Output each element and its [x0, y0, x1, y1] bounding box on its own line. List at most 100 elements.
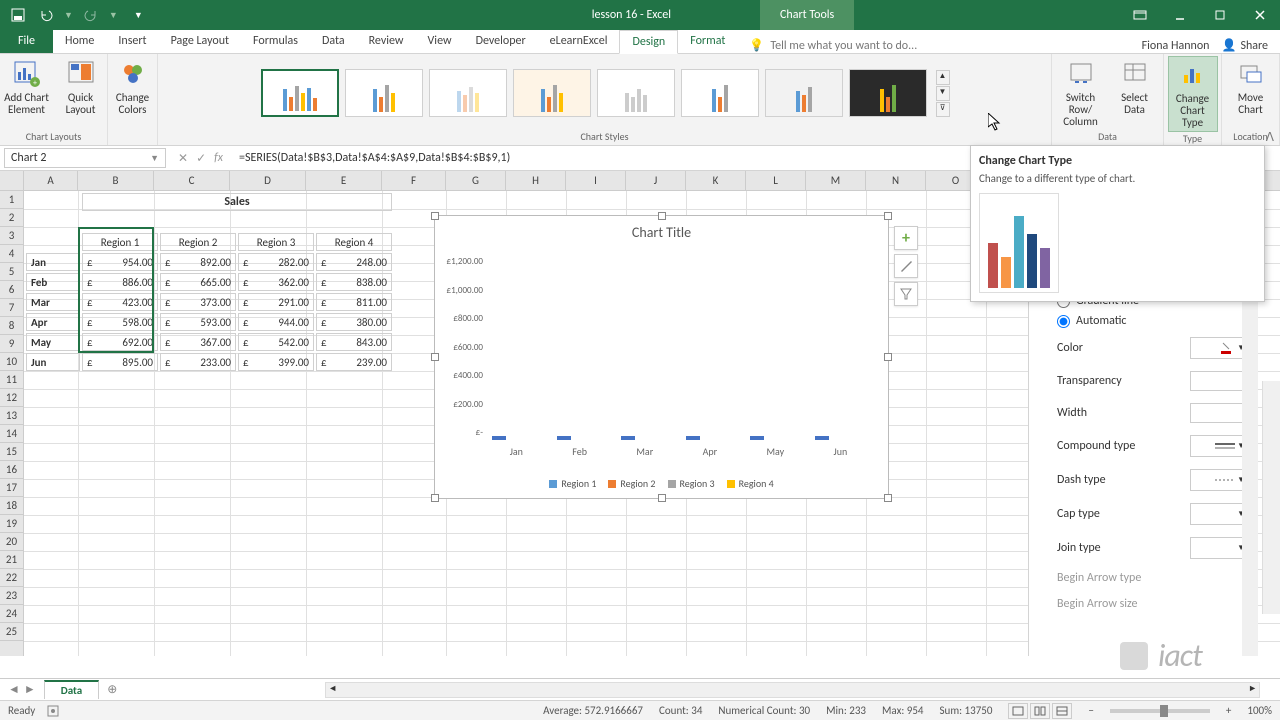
chart-x-axis[interactable]: JanFebMarAprMayJun	[485, 445, 872, 458]
tell-me-input[interactable]: 💡 Tell me what you want to do...	[737, 38, 1141, 53]
resize-handle[interactable]	[884, 353, 892, 361]
row-header[interactable]: 10	[0, 353, 23, 371]
tab-data[interactable]: Data	[310, 29, 357, 53]
row-header[interactable]: 22	[0, 569, 23, 587]
select-data-button[interactable]: Select Data	[1110, 56, 1160, 118]
save-icon[interactable]	[8, 5, 28, 25]
chart-title[interactable]: Chart Title	[435, 216, 888, 249]
row-header[interactable]: 13	[0, 407, 23, 425]
row-header[interactable]: 1	[0, 191, 23, 209]
close-button[interactable]	[1240, 0, 1280, 30]
col-header[interactable]: B	[78, 171, 154, 190]
resize-handle[interactable]	[658, 494, 666, 502]
row-header[interactable]: 25	[0, 623, 23, 641]
chart-style-2[interactable]	[345, 69, 423, 117]
cap-dropdown[interactable]: ▼	[1190, 503, 1250, 525]
col-header[interactable]: E	[306, 171, 382, 190]
sheet-tab-data[interactable]: Data	[44, 680, 99, 699]
col-header[interactable]: C	[154, 171, 230, 190]
undo-dropdown[interactable]: ▼	[64, 10, 73, 21]
switch-row-column-button[interactable]: Switch Row/ Column	[1056, 56, 1106, 130]
macro-record-icon[interactable]	[47, 705, 59, 717]
collapse-ribbon[interactable]: ᐱ	[1266, 130, 1274, 145]
namebox-dropdown-icon[interactable]: ▼	[150, 153, 159, 164]
legend-item[interactable]: Region 3	[668, 477, 715, 490]
resize-handle[interactable]	[431, 212, 439, 220]
join-dropdown[interactable]: ▼	[1190, 537, 1250, 559]
automatic-radio[interactable]: Automatic	[1037, 311, 1250, 331]
row-header[interactable]: 21	[0, 551, 23, 569]
row-header[interactable]: 24	[0, 605, 23, 623]
col-header[interactable]: N	[866, 171, 926, 190]
row-header[interactable]: 15	[0, 443, 23, 461]
undo-icon[interactable]	[36, 5, 56, 25]
change-chart-type-button[interactable]: Change Chart Type	[1168, 56, 1218, 132]
chart-legend[interactable]: Region 1Region 2Region 3Region 4	[435, 477, 888, 490]
zoom-out-button[interactable]: −	[1088, 704, 1093, 717]
share-button[interactable]: 👤 Share	[1221, 38, 1268, 53]
chart-style-7[interactable]	[765, 69, 843, 117]
chart-style-5[interactable]	[597, 69, 675, 117]
tab-home[interactable]: Home	[53, 29, 106, 53]
move-chart-button[interactable]: Move Chart	[1226, 56, 1276, 118]
zoom-in-button[interactable]: +	[1226, 704, 1231, 717]
legend-item[interactable]: Region 2	[608, 477, 655, 490]
row-header[interactable]: 3	[0, 227, 23, 245]
legend-item[interactable]: Region 1	[549, 477, 596, 490]
enter-formula-icon[interactable]: ✓	[196, 151, 206, 166]
row-header[interactable]: 11	[0, 371, 23, 389]
row-header[interactable]: 12	[0, 389, 23, 407]
dash-dropdown[interactable]: ▼	[1190, 469, 1250, 491]
tab-format[interactable]: Format	[678, 29, 737, 53]
sheet-nav-prev[interactable]: ◄	[8, 682, 20, 697]
col-header[interactable]: H	[506, 171, 566, 190]
color-picker[interactable]: ▼	[1190, 337, 1250, 359]
col-header[interactable]: F	[382, 171, 446, 190]
row-header[interactable]: 23	[0, 587, 23, 605]
col-header[interactable]: G	[446, 171, 506, 190]
sheet-nav-next[interactable]: ►	[24, 682, 36, 697]
maximize-button[interactable]	[1200, 0, 1240, 30]
embedded-chart[interactable]: Chart Title £1,200.00£1,000.00£800.00£60…	[434, 215, 889, 499]
col-header[interactable]: M	[806, 171, 866, 190]
name-box[interactable]: Chart 2 ▼	[4, 148, 166, 168]
resize-handle[interactable]	[431, 353, 439, 361]
select-all-corner[interactable]	[0, 171, 24, 190]
add-chart-element-button[interactable]: + Add Chart Element	[2, 56, 52, 118]
row-header[interactable]: 5	[0, 263, 23, 281]
user-name[interactable]: Fiona Hannon	[1142, 39, 1210, 53]
data-table[interactable]: SalesRegion 1Region 2Region 3Region 4Jan…	[24, 191, 394, 373]
resize-handle[interactable]	[884, 212, 892, 220]
vertical-scrollbar[interactable]	[1262, 381, 1280, 614]
quick-layout-button[interactable]: Quick Layout	[56, 56, 106, 118]
tab-elearnexcel[interactable]: eLearnExcel	[538, 29, 620, 53]
chart-style-3[interactable]	[429, 69, 507, 117]
col-header[interactable]: L	[746, 171, 806, 190]
row-header[interactable]: 17	[0, 479, 23, 497]
chart-style-1[interactable]	[261, 69, 339, 117]
resize-handle[interactable]	[658, 212, 666, 220]
row-header[interactable]: 7	[0, 299, 23, 317]
col-header[interactable]: J	[626, 171, 686, 190]
qat-customize[interactable]: ▼	[134, 10, 143, 21]
chart-filters-button[interactable]	[894, 282, 918, 306]
tab-page-layout[interactable]: Page Layout	[159, 29, 241, 53]
styles-scroll-up[interactable]: ▲	[936, 70, 950, 85]
col-header[interactable]: K	[686, 171, 746, 190]
styles-scroll-down[interactable]: ▼	[936, 86, 950, 101]
resize-handle[interactable]	[431, 494, 439, 502]
tab-design[interactable]: Design	[619, 30, 678, 54]
row-header[interactable]: 8	[0, 317, 23, 335]
ribbon-display-icon[interactable]	[1120, 0, 1160, 30]
tab-file[interactable]: File	[0, 29, 53, 53]
add-sheet-button[interactable]: ⊕	[99, 682, 125, 697]
row-header[interactable]: 2	[0, 209, 23, 227]
zoom-slider[interactable]	[1110, 709, 1210, 713]
minimize-button[interactable]	[1160, 0, 1200, 30]
tab-review[interactable]: Review	[357, 29, 416, 53]
row-header[interactable]: 16	[0, 461, 23, 479]
row-header[interactable]: 14	[0, 425, 23, 443]
chart-style-8[interactable]	[849, 69, 927, 117]
page-layout-view-button[interactable]	[1030, 703, 1050, 719]
row-header[interactable]: 9	[0, 335, 23, 353]
